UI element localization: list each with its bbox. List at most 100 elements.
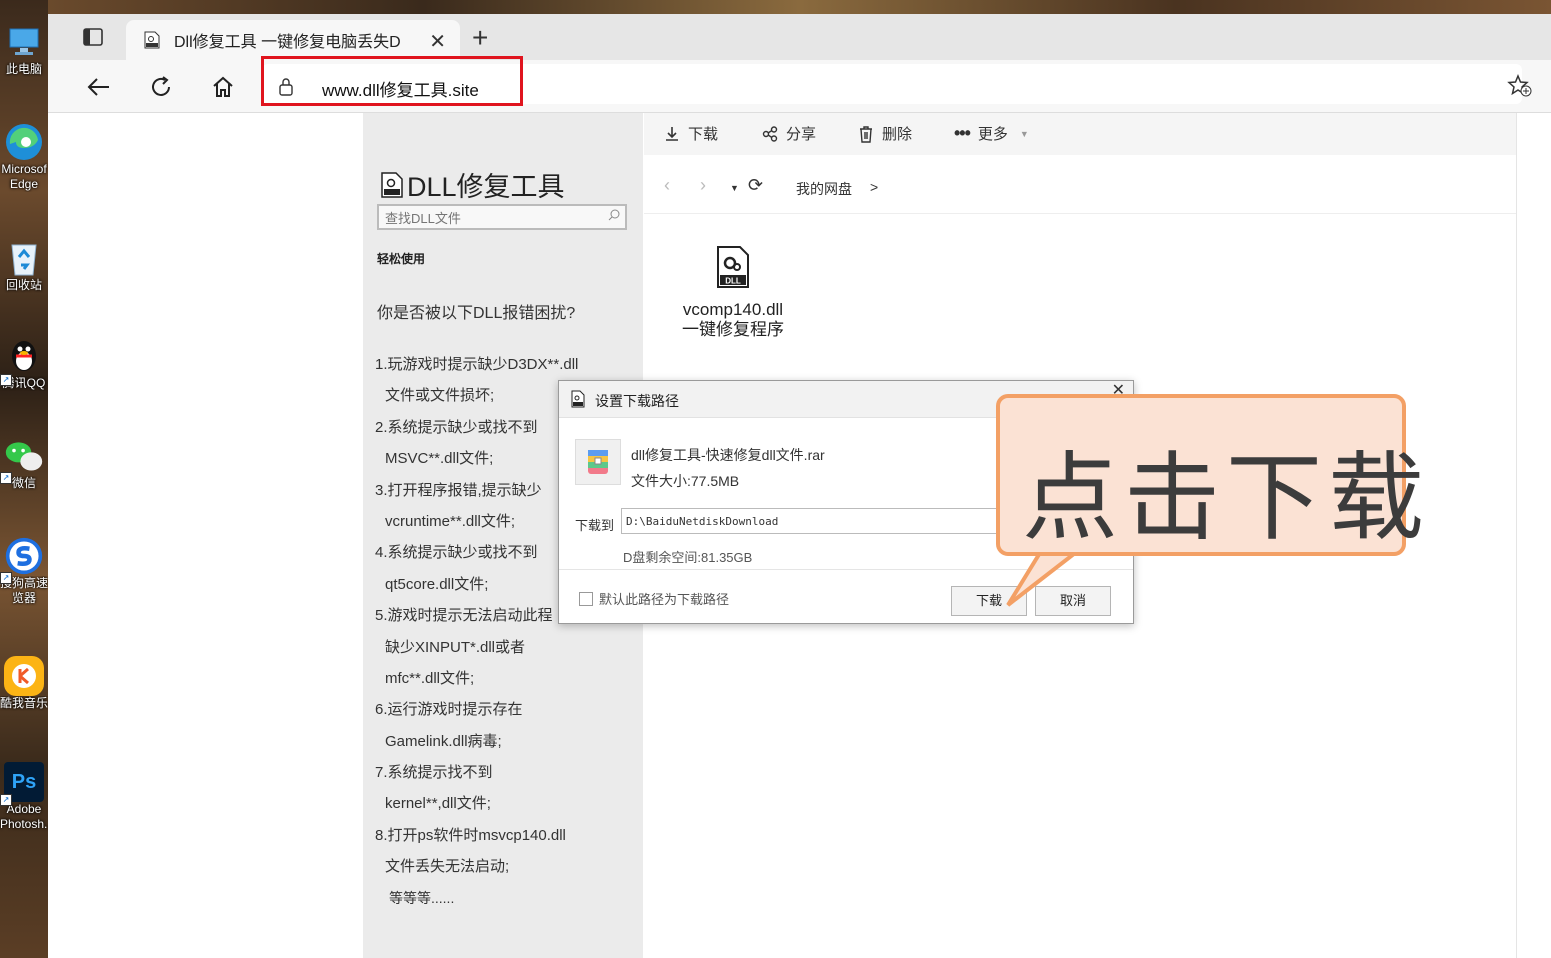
nav-forward-icon[interactable]: › (700, 175, 706, 196)
file-name: vcomp140.dll 一键修复程序 (668, 300, 798, 340)
lock-icon (279, 78, 293, 96)
list-item: 文件丢失无法启动; (385, 858, 510, 876)
breadcrumb-bar: ‹ › ▼ ⟳ 我的网盘 > (644, 165, 1516, 214)
free-space-text: D盘剩余空间:81.35GB (623, 550, 753, 565)
dll-favicon-icon (144, 31, 160, 49)
brand-title: DLL修复工具 (381, 165, 565, 204)
shortcut-arrow-icon: ↗ (0, 572, 12, 584)
page-content: DLL修复工具 轻松使用 你是否被以下DLL报错困扰? 1.玩游戏时提示缺少D3… (48, 113, 1551, 958)
desktop-icon-label: Microsof Edge (1, 162, 47, 191)
back-button[interactable] (84, 72, 114, 102)
svg-text:DLL: DLL (725, 277, 741, 286)
list-item: kernel**,dll文件; (385, 795, 491, 813)
dialog-title: 设置下载路径 (595, 393, 679, 409)
share-icon (762, 125, 778, 142)
trash-icon (860, 125, 872, 143)
new-tab-button[interactable]: + (472, 22, 488, 54)
desktop-icon-qq[interactable]: 腾讯QQ ↗ (0, 336, 48, 391)
edge-icon (4, 122, 44, 162)
kuwo-music-icon (4, 656, 44, 696)
dll-search-input[interactable] (379, 206, 602, 230)
reload-icon (152, 76, 170, 96)
dll-logo-icon (381, 171, 403, 198)
list-item: 7.系统提示找不到 (375, 764, 493, 782)
refresh-icon[interactable]: ⟳ (748, 175, 763, 196)
toolbar-share-button[interactable]: 分享 (762, 123, 816, 144)
toolbar-download-button[interactable]: 下载 (664, 123, 718, 144)
qq-icon (4, 336, 44, 376)
wallpaper-strip (48, 0, 1551, 14)
download-path-input[interactable] (621, 508, 1021, 534)
tab-actions-icon (83, 28, 103, 46)
desktop-icon-label: 回收站 (5, 278, 42, 292)
tab-bar: Dll修复工具 一键修复电脑丢失D ✕ + (48, 14, 1551, 60)
sogou-browser-icon (4, 536, 44, 576)
netdisk-toolbar: 下载 分享 删除 ••• 更多 ▼ (644, 113, 1516, 155)
back-arrow-icon (87, 78, 109, 96)
url-text[interactable]: www.dll修复工具.site (322, 76, 479, 101)
toolbar-delete-label: 删除 (882, 126, 913, 143)
browser-window: Dll修复工具 一键修复电脑丢失D ✕ + www.dll修复工具.site D… (48, 0, 1551, 958)
toolbar-share-label: 分享 (786, 126, 817, 143)
nav-back-icon[interactable]: ‹ (664, 175, 670, 196)
file-name-line2: 一键修复程序 (682, 320, 784, 339)
recycle-bin-icon (4, 238, 44, 278)
desktop-icon-recycle-bin[interactable]: 回收站 (0, 238, 48, 293)
callout-text: 点击下载 (1022, 445, 1430, 552)
question-text: 你是否被以下DLL报错困扰? (377, 305, 576, 322)
file-name-line1: vcomp140.dll (682, 300, 784, 319)
desktop-icon-kuwo[interactable]: 酷我音乐 (0, 656, 48, 711)
file-tile[interactable]: DLL vcomp140.dll 一键修复程序 (668, 245, 798, 340)
download-icon (666, 126, 678, 141)
history-dropdown-icon[interactable]: ▼ (730, 183, 739, 193)
search-icon[interactable] (607, 208, 621, 222)
desktop-strip: 此电脑 Microsof Edge 回收站 腾讯QQ ↗ 微信 ↗ 搜狗高速 览… (0, 0, 48, 958)
shortcut-arrow-icon: ↗ (0, 374, 12, 386)
tab-actions-button[interactable] (80, 24, 106, 50)
desktop-icon-label: Adobe Photosh... (0, 802, 48, 831)
desktop-icon-edge[interactable]: Microsof Edge (0, 122, 48, 192)
checkbox-icon[interactable] (579, 591, 593, 606)
toolbar-delete-button[interactable]: 删除 (858, 123, 912, 144)
reload-button[interactable] (146, 72, 176, 102)
desktop-icon-wechat[interactable]: 微信 ↗ (0, 436, 48, 491)
toolbar-more-label: 更多 (977, 126, 1008, 143)
this-pc-icon (4, 22, 44, 62)
more-dots-icon: ••• (954, 123, 971, 143)
desktop-icon-this-pc[interactable]: 此电脑 (0, 22, 48, 77)
toolbar-download-label: 下载 (688, 126, 719, 143)
list-item: 缺少XINPUT*.dll或者 (385, 638, 526, 656)
home-icon (213, 76, 233, 97)
list-item: mfc**.dll文件; (385, 669, 475, 687)
dll-search-box[interactable] (377, 204, 627, 230)
home-button[interactable] (208, 72, 238, 102)
list-item: 等等等...... (389, 889, 455, 906)
desktop-icon-photoshop[interactable]: Ps Adobe Photosh... ↗ (0, 762, 48, 832)
save-to-label: 下载到 (575, 518, 615, 533)
dll-small-icon (571, 390, 585, 408)
chevron-down-icon: ▼ (1019, 128, 1029, 139)
content-right-border (1516, 113, 1517, 958)
desktop-icon-label: 酷我音乐 (0, 696, 48, 710)
default-path-checkbox[interactable]: 默认此路径为下载路径 (579, 589, 729, 608)
breadcrumb-separator: > (870, 179, 879, 195)
brand-text: DLL修复工具 (407, 172, 565, 202)
list-item: Gamelink.dll病毒; (385, 732, 502, 750)
dialog-filename: dll修复工具-快速修复dll文件.rar (631, 447, 825, 463)
list-item: 1.玩游戏时提示缺少D3DX**.dll (375, 356, 579, 373)
desktop-icon-sogou[interactable]: 搜狗高速 览器 ↗ (0, 536, 48, 606)
easy-use-heading: 轻松使用 (377, 252, 426, 266)
dll-file-icon: DLL (717, 246, 749, 288)
tab-active[interactable]: Dll修复工具 一键修复电脑丢失D ✕ (126, 20, 460, 60)
shortcut-arrow-icon: ↗ (0, 472, 12, 484)
list-item: 8.打开ps软件时msvcp140.dll (375, 826, 566, 844)
shortcut-arrow-icon: ↗ (0, 794, 12, 806)
click-download-callout: 点击下载 (996, 394, 1424, 556)
list-item: 6.运行游戏时提示存在 (375, 701, 523, 719)
favorites-star-icon[interactable] (1507, 74, 1533, 98)
breadcrumb-root[interactable]: 我的网盘 (796, 179, 852, 199)
tab-close-icon[interactable]: ✕ (429, 29, 446, 54)
toolbar-more-button[interactable]: ••• 更多 ▼ (954, 123, 1029, 144)
address-bar: www.dll修复工具.site (48, 56, 1551, 113)
rar-archive-icon (575, 439, 621, 485)
